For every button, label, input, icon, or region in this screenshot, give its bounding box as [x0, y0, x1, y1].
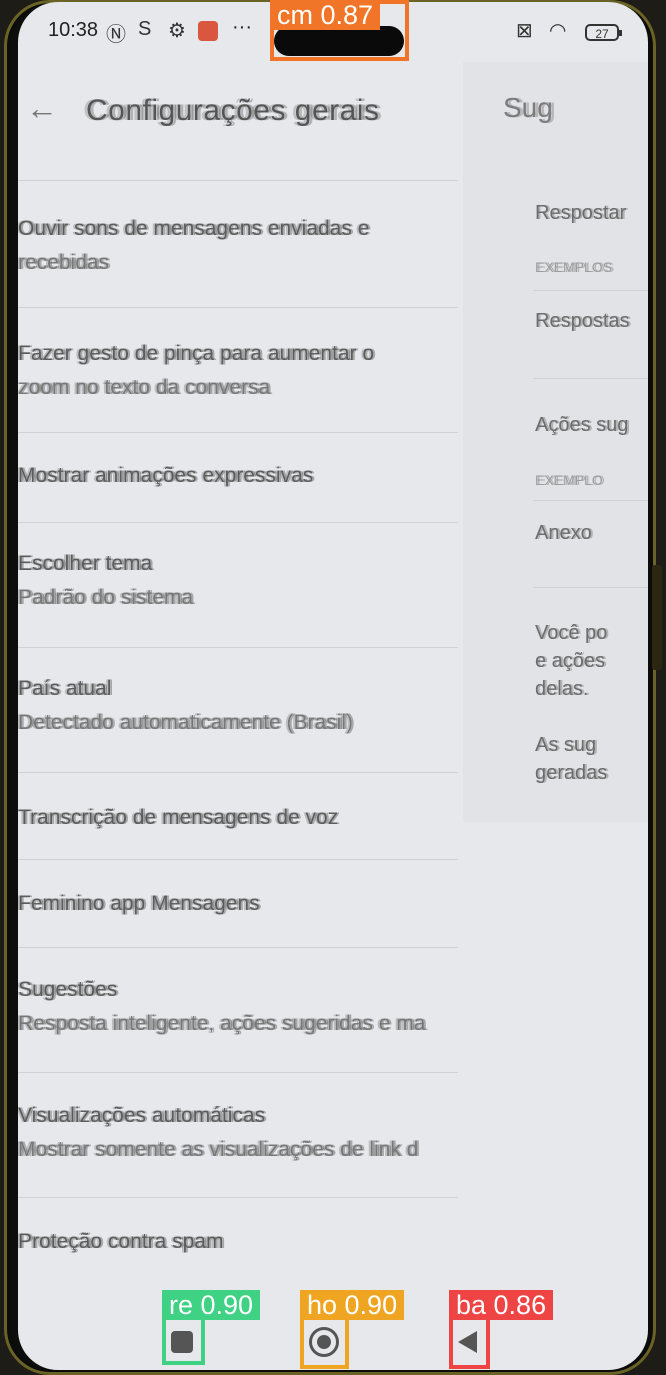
right-panel-divider — [533, 587, 648, 588]
divider — [18, 1197, 458, 1198]
setting-pinch-zoom[interactable]: Fazer gesto de pinça para aumentar o zoo… — [18, 342, 458, 400]
back-detection-label: ba 0.86 — [449, 1290, 554, 1320]
right-panel-divider — [533, 290, 648, 291]
back-detection-box — [449, 1316, 490, 1369]
right-panel-item: Ações sug — [535, 414, 629, 436]
setting-subtitle: Detectado automaticamente (Brasil) — [18, 711, 353, 734]
right-panel-divider — [533, 500, 648, 501]
setting-auto-previews[interactable]: Visualizações automáticas Mostrar soment… — [18, 1104, 458, 1162]
right-panel-item: EXEMPLO — [535, 472, 603, 488]
setting-subtitle: recebidas — [18, 251, 110, 274]
setting-title: Visualizações automáticas — [18, 1104, 266, 1127]
right-panel-item: Anexo — [535, 522, 592, 544]
right-panel-item: Respostar — [535, 202, 627, 224]
home-detection-label: ho 0.90 — [300, 1290, 405, 1320]
setting-sounds[interactable]: Ouvir sons de mensagens enviadas e receb… — [18, 217, 458, 275]
right-panel-item: geradas — [535, 762, 608, 784]
setting-suggestions[interactable]: Sugestões Resposta inteligente, ações su… — [18, 978, 458, 1036]
right-panel-item: Você po — [535, 622, 608, 644]
setting-title: Escolher tema — [18, 552, 153, 575]
right-panel-divider — [533, 378, 648, 379]
setting-theme[interactable]: Escolher tema Padrão do sistema — [18, 552, 458, 610]
setting-messages-app[interactable]: Feminino app Mensagens — [18, 892, 458, 916]
divider — [18, 859, 458, 860]
setting-title: Feminino app Mensagens — [18, 892, 260, 915]
divider — [18, 522, 458, 523]
setting-subtitle: Mostrar somente as visualizações de link… — [18, 1138, 419, 1161]
right-panel-item: delas. — [535, 678, 589, 700]
right-panel-item: EXEMPLOS — [535, 259, 613, 275]
right-panel-ghost: Sug Respostar EXEMPLOS Respostas Ações s… — [463, 62, 648, 822]
sim-off-icon: ⊠ — [516, 20, 533, 42]
divider — [18, 647, 458, 648]
camera-detection-label: cm 0.87 — [270, 0, 381, 30]
recents-detection-box — [162, 1316, 205, 1365]
setting-subtitle: Resposta inteligente, ações sugeridas e … — [18, 1012, 426, 1035]
divider — [18, 432, 458, 433]
setting-title: Mostrar animações expressivas — [18, 464, 314, 487]
setting-title: Proteção contra spam — [18, 1230, 224, 1253]
recents-detection-label: re 0.90 — [162, 1290, 261, 1320]
right-panel-item: e ações — [535, 650, 606, 672]
right-panel-title: Sug — [503, 92, 553, 123]
phone-screen: 10:38 Ⓝ S ⚙ ··· ⊠ ◠ 27 ← Configurações g… — [18, 2, 648, 1370]
setting-spam-protection[interactable]: Proteção contra spam — [18, 1230, 458, 1254]
side-button — [652, 565, 662, 670]
setting-country[interactable]: País atual Detectado automaticamente (Br… — [18, 677, 458, 735]
setting-subtitle: Padrão do sistema — [18, 586, 194, 609]
divider — [18, 180, 458, 181]
setting-voice-transcription[interactable]: Transcrição de mensagens de voz — [18, 806, 458, 830]
setting-expressive-animations[interactable]: Mostrar animações expressivas — [18, 464, 458, 488]
setting-title: Fazer gesto de pinça para aumentar o — [18, 342, 375, 365]
page-title: Configurações gerais — [86, 94, 380, 127]
app-header: ← Configurações gerais — [18, 72, 458, 152]
right-panel-item: Respostas — [535, 310, 630, 332]
setting-title: Ouvir sons de mensagens enviadas e — [18, 217, 370, 240]
home-detection-box — [300, 1316, 349, 1369]
battery-indicator: 27 — [585, 24, 622, 41]
setting-title: Sugestões — [18, 978, 118, 1001]
settings-list: ← Configurações gerais Ouvir sons de men… — [18, 2, 478, 1370]
divider — [18, 772, 458, 773]
setting-title: País atual — [18, 677, 112, 700]
divider — [18, 307, 458, 308]
right-panel-item: As sug — [535, 734, 597, 756]
setting-title: Transcrição de mensagens de voz — [18, 806, 339, 829]
wifi-icon: ◠ — [549, 20, 567, 42]
arrow-left-icon[interactable]: ← — [26, 90, 58, 127]
divider — [18, 1072, 458, 1073]
setting-subtitle: zoom no texto da conversa — [18, 376, 271, 399]
divider — [18, 947, 458, 948]
